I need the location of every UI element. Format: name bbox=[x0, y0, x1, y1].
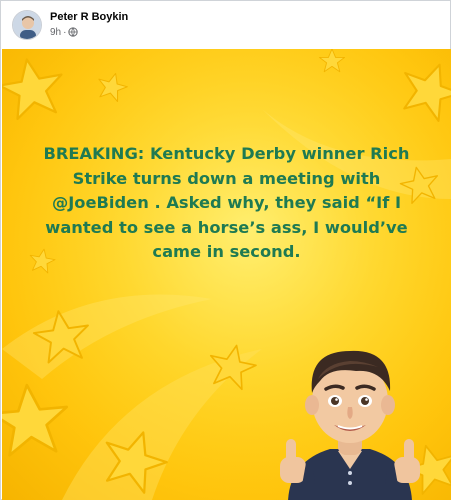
caption-line: @JoeBiden . Asked why, they said “If I bbox=[51, 193, 402, 212]
post-caption: BREAKING: Kentucky Derby winner Rich Str… bbox=[14, 142, 439, 265]
author-name[interactable]: Peter R Boykin bbox=[50, 11, 128, 23]
meta-separator: · bbox=[63, 26, 67, 38]
globe-icon bbox=[68, 27, 79, 37]
post-time[interactable]: 9h bbox=[50, 27, 61, 38]
post-header: Peter R Boykin 9h · bbox=[1, 1, 450, 49]
caption-line: wanted to see a horse’s ass, I would’ve bbox=[45, 217, 408, 237]
post-meta: 9h · bbox=[50, 26, 79, 38]
author-avatar[interactable] bbox=[12, 10, 42, 40]
post-image[interactable]: BREAKING: Kentucky Derby winner Rich Str… bbox=[2, 49, 451, 500]
profile-photo-icon bbox=[13, 11, 41, 39]
caption-line: came in second. bbox=[152, 242, 301, 261]
facebook-post: Peter R Boykin 9h · BREAKING: Kentucky D… bbox=[0, 0, 451, 500]
caption-line: Strike turns down a meeting with bbox=[72, 168, 381, 188]
memoji-thumbs-up-icon bbox=[280, 350, 420, 500]
caption-line: BREAKING: Kentucky Derby winner Rich bbox=[43, 144, 410, 163]
